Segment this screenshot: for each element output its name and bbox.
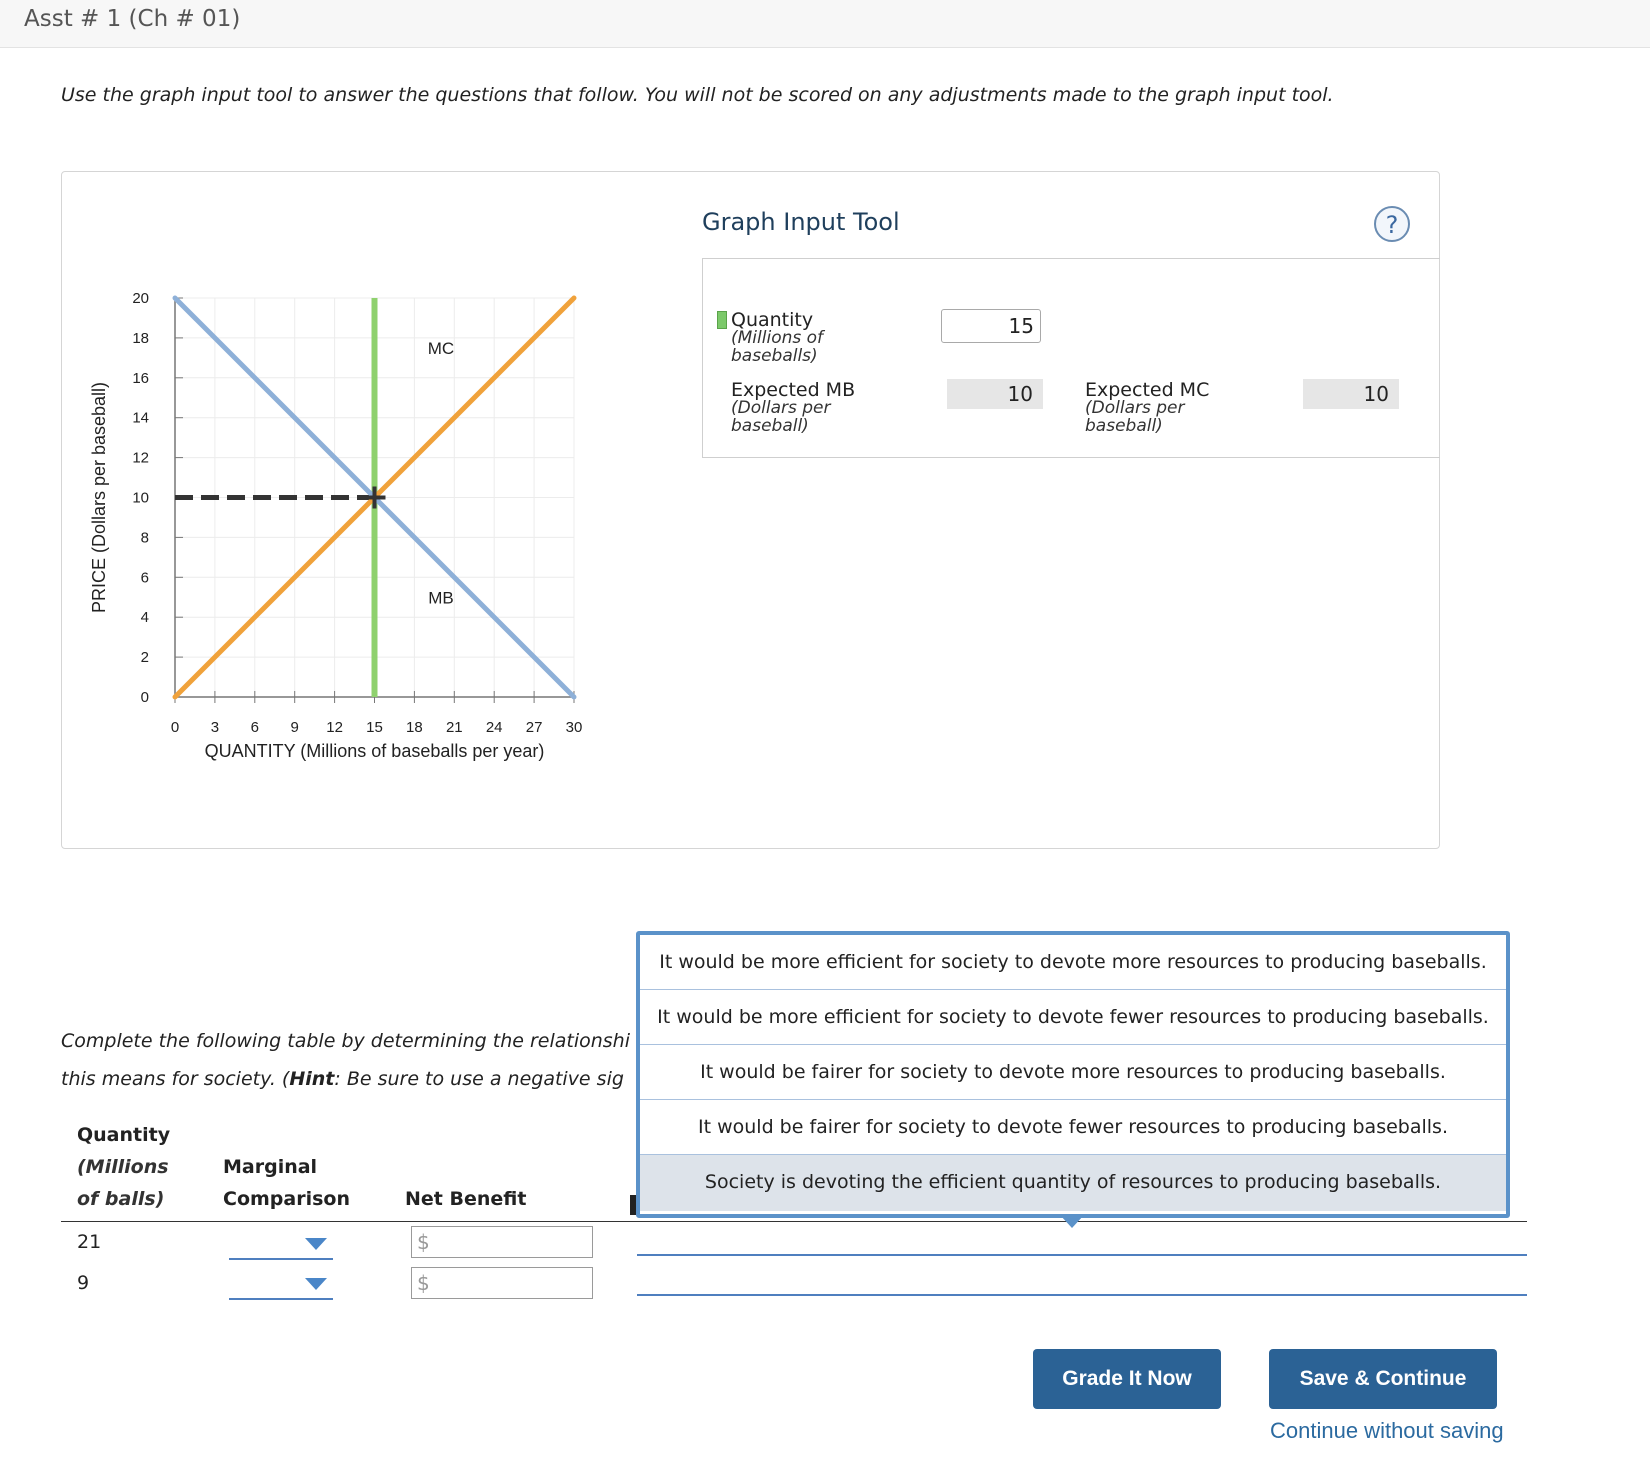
y-tick-label: 8 — [141, 529, 149, 546]
row-quantity-21: 21 — [77, 1231, 102, 1253]
x-tick-label: 0 — [171, 719, 179, 736]
dropdown-option[interactable]: It would be more efficient for society t… — [640, 935, 1506, 990]
expected-mb-units: (Dollars per baseball) — [731, 398, 831, 436]
assignment-title: Asst # 1 (Ch # 01) — [24, 6, 241, 32]
dropdown-option[interactable]: It would be fairer for society to devote… — [640, 1100, 1506, 1155]
quantity-units: (Millions of baseballs) — [731, 328, 824, 366]
marginal-comparison-dropdown-row-1[interactable] — [229, 1228, 333, 1260]
society-meaning-dropdown-row-1[interactable] — [637, 1254, 1527, 1256]
row-quantity-9: 9 — [77, 1272, 90, 1294]
expected-mb-label: Expected MB (Dollars per baseball) — [731, 379, 856, 436]
y-tick-label: 14 — [132, 410, 149, 427]
expected-mb-value: 10 — [947, 379, 1043, 409]
y-axis-label: PRICE (Dollars per baseball) — [89, 382, 109, 613]
question-line-2: this means for society. (Hint: Be sure t… — [61, 1068, 624, 1090]
x-tick-label: 6 — [251, 719, 259, 736]
instructions-text: Use the graph input tool to answer the q… — [61, 84, 1334, 106]
table-header-rule — [61, 1221, 1527, 1222]
society-meaning-dropdown-row-2[interactable] — [637, 1294, 1527, 1296]
x-axis-label: QUANTITY (Millions of baseballs per year… — [205, 741, 545, 761]
x-tick-label: 15 — [366, 719, 383, 736]
expected-mc-label: Expected MC (Dollars per baseball) — [1085, 379, 1210, 436]
dropdown-option-highlighted[interactable]: Society is devoting the efficient quanti… — [640, 1155, 1506, 1211]
hint-label: Hint — [289, 1068, 335, 1090]
expected-mc-units: (Dollars per baseball) — [1085, 398, 1185, 436]
y-tick-label: 2 — [141, 649, 149, 666]
graph-panel: 0 3 6 9 12 15 18 21 24 27 30 0 2 4 6 8 10 12 14 16 18 20 QUANT… — [61, 171, 1440, 849]
grade-it-now-button[interactable]: Grade It Now — [1033, 1349, 1221, 1409]
x-tick-label: 24 — [486, 719, 503, 736]
y-tick-label: 10 — [132, 490, 149, 507]
y-tick-label: 12 — [132, 450, 149, 467]
x-tick-label: 30 — [566, 719, 583, 736]
series-label-mc: MC — [428, 339, 454, 358]
column-header-quantity: Quantity (Millions of balls) — [77, 1124, 171, 1210]
society-meaning-dropdown-menu[interactable]: It would be more efficient for society t… — [636, 931, 1510, 1218]
dropdown-option[interactable]: It would be fairer for society to devote… — [640, 1045, 1506, 1100]
x-tick-label: 21 — [446, 719, 463, 736]
chevron-down-icon — [305, 1238, 327, 1250]
quantity-input[interactable] — [941, 309, 1041, 343]
graph-input-tool-title: Graph Input Tool — [702, 208, 900, 236]
column-header-net-benefit: Net Benefit — [405, 1188, 527, 1210]
supply-demand-chart[interactable]: 0 3 6 9 12 15 18 21 24 27 3002468101214161820QUANT… — [62, 172, 682, 782]
quantity-color-swatch — [717, 311, 727, 329]
continue-without-saving-link[interactable]: Continue without saving — [1270, 1418, 1504, 1444]
x-tick-label: 18 — [406, 719, 423, 736]
y-tick-label: 0 — [141, 689, 149, 706]
net-benefit-input-row-1[interactable]: $ — [411, 1226, 593, 1258]
x-tick-label: 9 — [291, 719, 299, 736]
series-label-mb: MB — [428, 588, 454, 607]
x-tick-label: 3 — [211, 719, 219, 736]
question-line-1: Complete the following table by determin… — [61, 1030, 630, 1052]
y-tick-label: 20 — [132, 290, 149, 307]
dropdown-option[interactable]: It would be more efficient for society t… — [640, 990, 1506, 1045]
chevron-down-icon — [305, 1278, 327, 1290]
quantity-label: Quantity (Millions of baseballs) — [731, 311, 841, 366]
marginal-comparison-dropdown-row-2[interactable] — [229, 1268, 333, 1300]
y-tick-label: 16 — [132, 370, 149, 387]
x-tick-label: 27 — [526, 719, 543, 736]
top-bar: Asst # 1 (Ch # 01) — [0, 0, 1650, 48]
save-and-continue-button[interactable]: Save & Continue — [1269, 1349, 1497, 1409]
expected-mc-value: 10 — [1303, 379, 1399, 409]
y-tick-label: 4 — [141, 609, 149, 626]
x-tick-label: 12 — [326, 719, 343, 736]
y-tick-label: 18 — [132, 330, 149, 347]
help-icon[interactable]: ? — [1374, 206, 1410, 242]
net-benefit-input-row-2[interactable]: $ — [411, 1267, 593, 1299]
column-header-marginal-comparison: Marginal Comparison — [223, 1156, 350, 1210]
dropdown-caret-icon — [1060, 1215, 1084, 1228]
graph-input-table: Quantity (Millions of baseballs) Expecte… — [702, 258, 1440, 458]
y-tick-label: 6 — [141, 569, 149, 586]
